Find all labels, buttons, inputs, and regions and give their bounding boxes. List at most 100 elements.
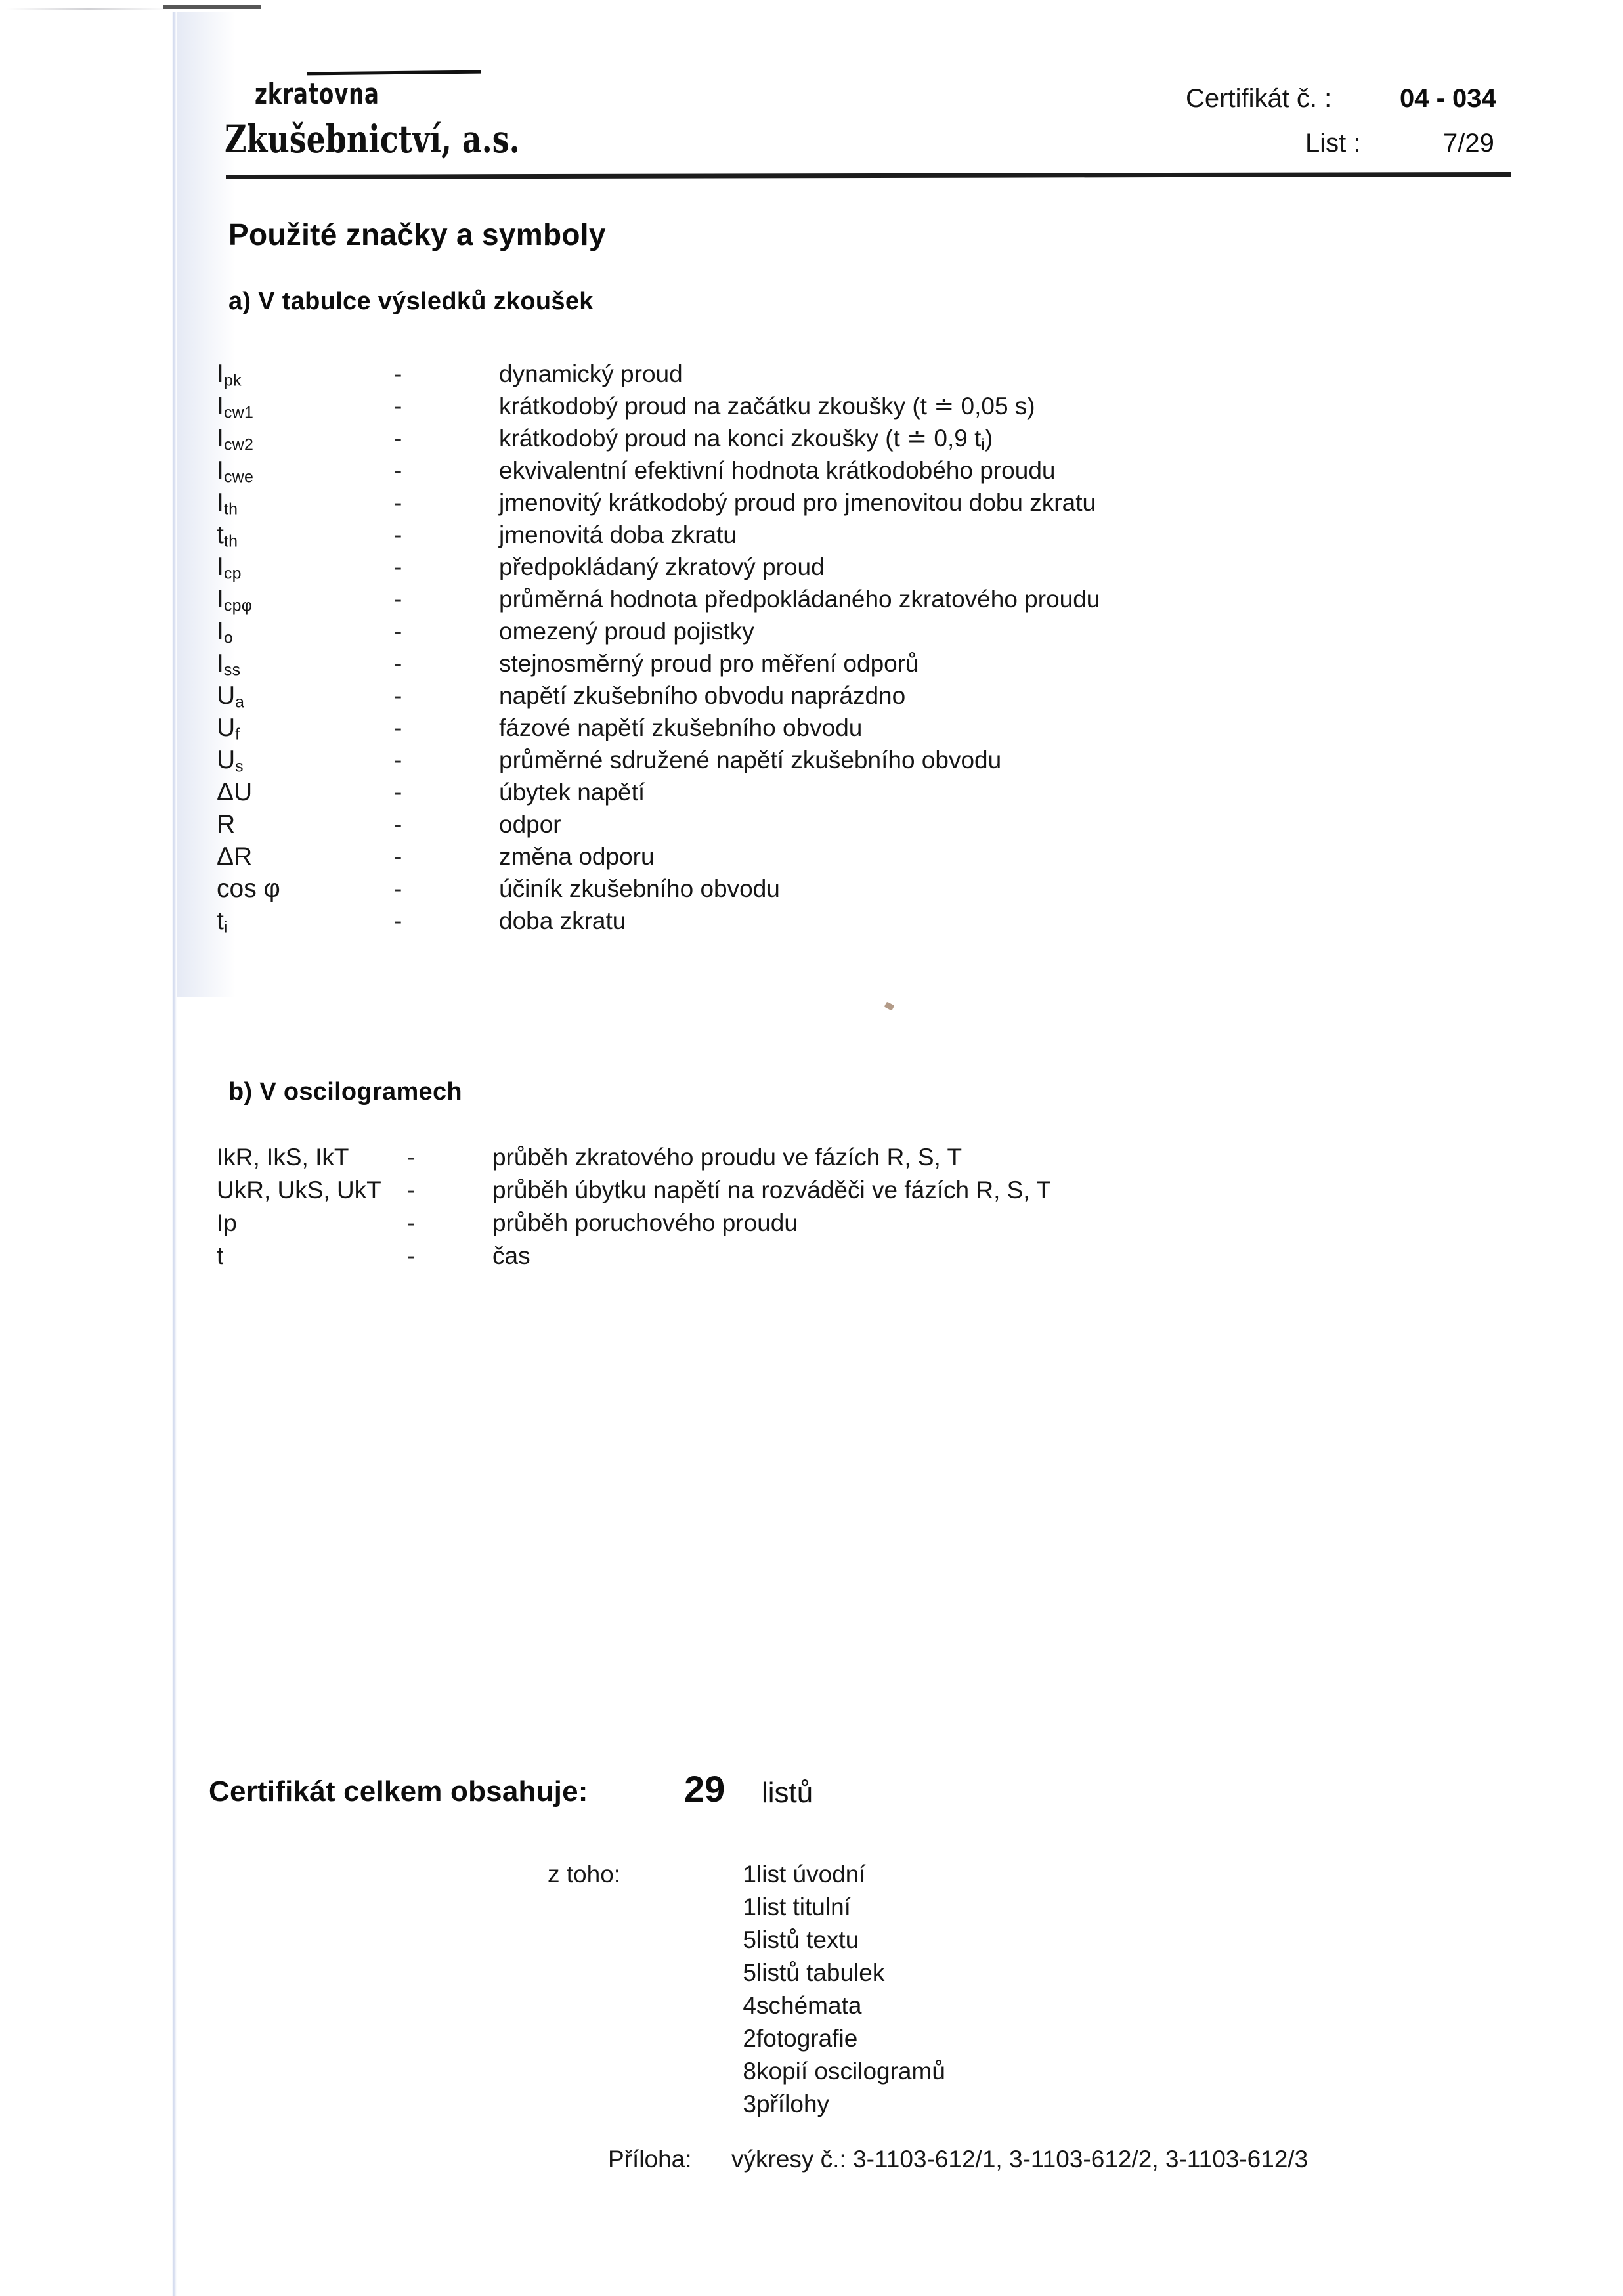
symbol-dash: - [407,1209,416,1236]
symbol-row: Ua - napětí zkušebního obvodu naprázdno [217,682,1100,714]
document-page: zkratovna Zkušebnictví, a.s. Certifikát … [0,0,1623,2296]
breakdown-count: 8 [743,2058,756,2085]
symbol-dash: - [394,714,402,741]
symbol-notation: Icw1 [217,392,254,422]
breakdown-row: z toho: 1 list úvodní [548,1861,945,1894]
symbol-notation: tth [217,521,238,551]
symbol-notation: Ipk [217,360,242,390]
breakdown-row: 8 kopií oscilogramů [548,2058,945,2090]
symbol-description: jmenovitá doba zkratu [499,521,737,548]
symbol-description: průměrné sdružené napětí zkušebního obvo… [499,747,1002,773]
breakdown-text: přílohy [756,2090,830,2117]
breakdown-lead-spacer [548,1926,683,1959]
symbol-description: úbytek napětí [499,779,645,806]
symbol-row: Ipk - dynamický proud [217,360,1100,392]
breakdown-count: 4 [743,1992,756,2019]
symbol-dash: - [407,1242,416,1269]
symbol-notation: Ith [217,488,238,519]
symbol-dash: - [394,521,402,548]
totals-label: Certifikát celkem obsahuje: [209,1775,588,1808]
symbol-dash: - [394,553,402,580]
symbol-row: Icwe - ekvivalentní efektivní hodnota krát… [217,456,1100,488]
symbol-dash: - [394,811,402,838]
breakdown-lead-spacer [548,1894,683,1926]
breakdown-lead-spacer [548,1992,683,2025]
symbol-description: fázové napětí zkušebního obvodu [499,714,863,741]
breakdown-count: 2 [743,2025,756,2052]
symbol-row: Icw1 - krátkodobý proud na začátku zkoušky… [217,392,1100,424]
symbol-notation: R [217,810,236,838]
section-a-heading: a) V tabulce výsledků zkoušek [228,288,594,315]
symbol-row: Icp - předpokládaný zkratový proud [217,553,1100,585]
breakdown-text: listů textu [756,1926,859,1953]
scan-top-wisp [7,8,171,10]
symbol-row: Ip - průběh poruchového proudu [217,1209,1051,1242]
breakdown-lead-spacer [548,2058,683,2090]
symbol-notation: Icpφ [217,585,253,615]
symbol-row: Icw2 - krátkodobý proud na konci zkoušky (… [217,424,1100,456]
symbol-dash: - [407,1177,416,1203]
symbol-notation: Io [217,617,234,647]
breakdown-row: 2 fotografie [548,2025,945,2058]
symbol-dash: - [394,489,402,516]
breakdown-text: list úvodní [756,1861,866,1888]
symbol-row: Us - průměrné sdružené napětí zkušebního o… [217,746,1100,778]
symbol-dash: - [394,457,402,484]
symbol-description: doba zkratu [499,907,626,934]
symbol-notation: Icwe [217,456,254,487]
symbol-dash: - [394,682,402,709]
symbol-dash: - [394,907,402,934]
symbol-description: jmenovitý krátkodobý proud pro jmenovito… [499,489,1096,516]
breakdown-lead-spacer [548,1959,683,1992]
breakdown-text: schémata [756,1992,862,2019]
symbol-notation: Ip [217,1209,237,1236]
breakdown-count: 1 [743,1861,756,1888]
logo-strike-line [307,70,482,76]
symbol-description: průběh zkratového proudu ve fázích R, S,… [492,1144,963,1171]
breakdown-row: 4 schémata [548,1992,945,2025]
section-b-heading: b) V oscilogramech [228,1078,462,1106]
breakdown-count: 5 [743,1959,756,1986]
totals-unit: listů [762,1777,813,1809]
page-title: Použité značky a symboly [228,217,606,251]
symbol-row: cos φ - účiník zkušebního obvodu [217,875,1100,907]
certificate-number-label: Certifikát č. : [1186,84,1332,113]
symbol-description: dynamický proud [499,360,683,387]
symbol-row: IkR, IkS, IkT - průběh zkratového proudu v… [217,1144,1051,1177]
breakdown-row: 5 listů textu [548,1926,945,1959]
symbol-notation: Uf [217,714,240,744]
symbol-description: průběh poruchového proudu [492,1209,798,1236]
symbol-dash: - [394,393,402,420]
symbol-row: Iss - stejnosměrný proud pro měření odporů [217,649,1100,682]
header-rule [225,171,1512,180]
totals-breakdown-table: z toho: 1 list úvodní 1 list titulní 5 listů t… [548,1861,945,2123]
symbol-row: Io - omezený proud pojistky [217,617,1100,649]
symbol-row: ΔU - úbytek napětí [217,778,1100,810]
symbol-description: krátkodobý proud na konci zkoušky (t ≐ 0… [499,425,993,454]
breakdown-count: 1 [743,1894,756,1920]
symbol-row: UkR, UkS, UkT - průběh úbytku napětí na ro… [217,1177,1051,1209]
symbol-row: ΔR - změna odporu [217,842,1100,875]
symbol-notation: ti [217,907,228,937]
symbol-row: Ith - jmenovitý krátkodobý proud pro jmeno… [217,488,1100,521]
breakdown-row: 3 přílohy [548,2090,945,2123]
symbol-dash: - [394,779,402,806]
breakdown-row: 1 list titulní [548,1894,945,1926]
symbol-description: odpor [499,811,561,838]
annex-text: výkresy č.: 3-1103-612/1, 3-1103-612/2, … [731,2146,1309,2173]
sheet-number-value: 7/29 [1443,129,1494,158]
symbol-notation: Us [217,746,244,776]
symbol-description: krátkodobý proud na začátku zkoušky (t ≐… [499,393,1035,420]
symbol-dash: - [394,747,402,773]
symbol-description: změna odporu [499,843,655,870]
symbol-row: ti - doba zkratu [217,907,1100,939]
certificate-number-value: 04 - 034 [1400,84,1496,113]
breakdown-text: fotografie [756,2025,858,2052]
symbol-dash: - [394,618,402,645]
scan-top-mark [163,5,261,9]
symbol-notation: ΔU [217,778,253,806]
symbol-description: účiník zkušebního obvodu [499,875,780,902]
symbol-dash: - [394,586,402,613]
symbol-row: t - čas [217,1242,1051,1275]
symbol-row: R - odpor [217,810,1100,842]
